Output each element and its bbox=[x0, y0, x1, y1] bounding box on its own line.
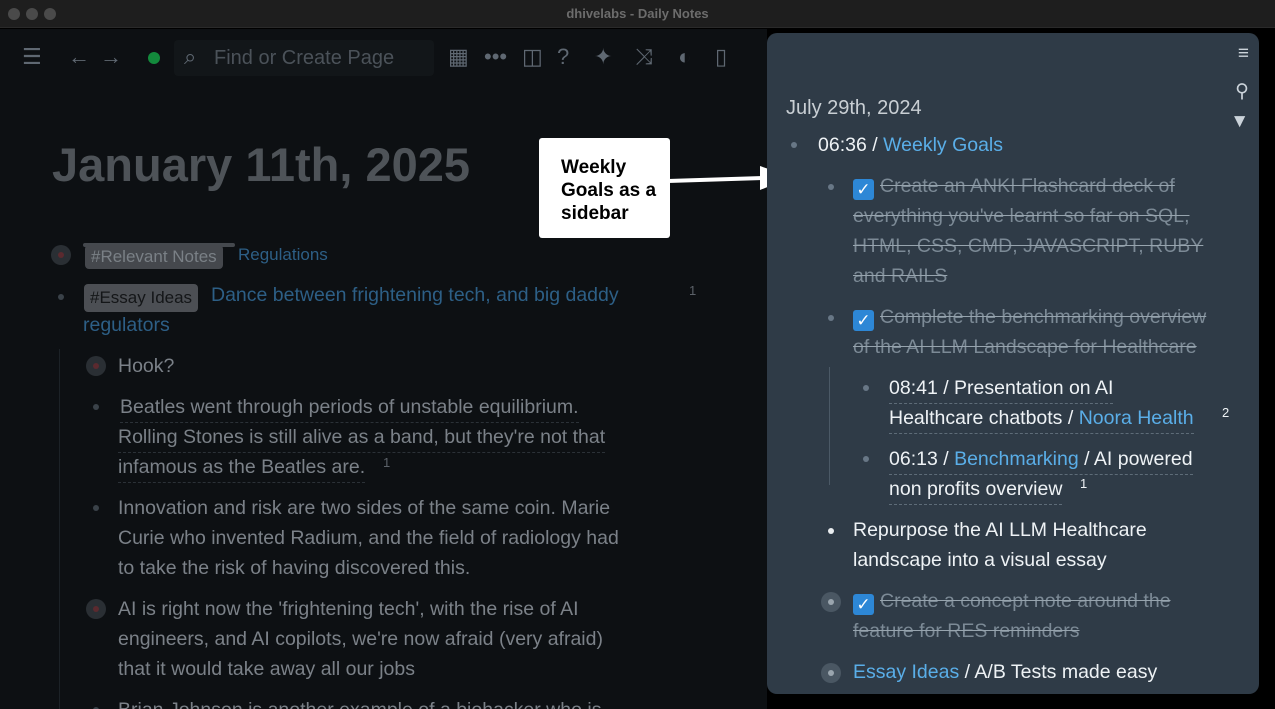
task3-line2[interactable]: landscape into a visual essay bbox=[853, 545, 1107, 575]
forward-arrow-icon[interactable]: → bbox=[100, 43, 122, 71]
link-noora-health[interactable]: Noora Health bbox=[1079, 407, 1194, 429]
para3-line1[interactable]: AI is right now the 'frightening tech', … bbox=[118, 594, 579, 624]
link-regulations[interactable]: Regulations bbox=[238, 240, 328, 270]
indent-guide bbox=[829, 367, 830, 485]
indent-guide bbox=[59, 349, 60, 709]
sidebar-icon[interactable]: ◫ bbox=[522, 43, 543, 71]
para2-line2[interactable]: Curie who invented Radium, and the field… bbox=[118, 523, 619, 553]
checkbox-checked[interactable]: ✓ bbox=[853, 594, 874, 615]
para3-line2[interactable]: engineers, and AI copilots, we're now af… bbox=[118, 624, 603, 654]
task4-line2[interactable]: feature for RES reminders bbox=[853, 616, 1080, 646]
task2-line2[interactable]: of the AI LLM Landscape for Healthcare bbox=[853, 332, 1197, 362]
checkbox-checked[interactable]: ✓ bbox=[853, 310, 874, 331]
block-bullet[interactable] bbox=[821, 592, 841, 612]
block-bullet[interactable] bbox=[791, 142, 797, 148]
pin-icon[interactable]: ⚲ bbox=[1235, 80, 1249, 103]
reference-count[interactable]: 1 bbox=[689, 283, 696, 298]
link-benchmarking[interactable]: Benchmarking bbox=[954, 448, 1079, 470]
sparkle-icon[interactable]: ✦ bbox=[594, 43, 612, 71]
window-titlebar: dhivelabs - Daily Notes bbox=[0, 0, 1275, 28]
block-bullet[interactable] bbox=[86, 599, 106, 619]
sub1-line1[interactable]: 08:41 / Presentation on AI bbox=[889, 373, 1114, 404]
para2-line3[interactable]: to take the risk of having discovered th… bbox=[118, 553, 470, 583]
block-bullet[interactable] bbox=[86, 356, 106, 376]
block-bullet[interactable] bbox=[821, 663, 841, 683]
help-icon[interactable]: ? bbox=[557, 43, 569, 71]
para1-line2[interactable]: Rolling Stones is still alive as a band,… bbox=[118, 422, 606, 453]
tag-essay-ideas[interactable]: #Essay Ideas bbox=[84, 284, 199, 312]
book-icon[interactable]: ▯ bbox=[715, 43, 727, 71]
link-essay-ideas[interactable]: Essay Ideas bbox=[853, 661, 959, 683]
task3-line1[interactable]: Repurpose the AI LLM Healthcare bbox=[853, 515, 1147, 545]
page-title[interactable]: January 11th, 2025 bbox=[52, 137, 470, 192]
link-dance-line2[interactable]: regulators bbox=[83, 310, 170, 340]
para3-line3[interactable]: that it would take away all our jobs bbox=[118, 654, 415, 684]
sub1-line2[interactable]: Healthcare chatbots / Noora Health bbox=[889, 403, 1194, 434]
tag-relevant-notes[interactable]: #Relevant Notes bbox=[85, 245, 223, 269]
block-bullet[interactable] bbox=[828, 184, 834, 190]
toggle-icon[interactable]: ◐ bbox=[678, 43, 691, 71]
task4-line1[interactable]: ✓ Create a concept note around the bbox=[853, 586, 1171, 616]
block-bullet[interactable] bbox=[828, 315, 834, 321]
collapse-sidebar-icon[interactable]: ≡ bbox=[1238, 43, 1249, 65]
task1-line3[interactable]: HTML, CSS, CMD, JAVASCRIPT, RUBY bbox=[853, 231, 1203, 261]
block-bullet[interactable] bbox=[93, 505, 99, 511]
reference-count[interactable]: 1 bbox=[1080, 476, 1087, 491]
callout-line3: sidebar bbox=[561, 203, 629, 224]
link-weekly-goals[interactable]: Weekly Goals bbox=[883, 134, 1003, 156]
root-separator: / bbox=[866, 134, 884, 156]
root-block[interactable]: 06:36 / Weekly Goals bbox=[818, 130, 1003, 160]
right-sidebar: ≡ ⚲ ▼ July 29th, 2024 06:36 / Weekly Goa… bbox=[767, 33, 1259, 694]
block-bullet[interactable] bbox=[863, 456, 869, 462]
sync-status-icon bbox=[148, 52, 160, 64]
checkbox-checked[interactable]: ✓ bbox=[853, 179, 874, 200]
para4-line1[interactable]: Brian Johnson is another example of a bi… bbox=[118, 695, 601, 709]
sub2-line1[interactable]: 06:13 / Benchmarking / AI powered bbox=[889, 444, 1193, 475]
sidebar-page-date[interactable]: July 29th, 2024 bbox=[786, 97, 922, 120]
back-arrow-icon[interactable]: ← bbox=[68, 43, 90, 71]
search-input[interactable] bbox=[214, 45, 424, 71]
main-pane: ☰ ← → ⌕ ▦ ••• ◫ ? ✦ ⤨ ◐ ▯ January 11th, … bbox=[0, 29, 767, 709]
menu-icon[interactable]: ☰ bbox=[22, 43, 42, 71]
search-icon: ⌕ bbox=[184, 44, 197, 69]
window-title: dhivelabs - Daily Notes bbox=[566, 6, 709, 21]
para1-line3[interactable]: infamous as the Beatles are. bbox=[118, 452, 366, 483]
root-time: 06:36 bbox=[818, 134, 867, 156]
block-bullet[interactable] bbox=[58, 294, 64, 300]
block-bullet[interactable] bbox=[863, 385, 869, 391]
callout-line2: Goals as a bbox=[561, 180, 657, 201]
sub2-line2[interactable]: non profits overview bbox=[889, 474, 1063, 505]
task1-line4[interactable]: and RAILS bbox=[853, 261, 947, 291]
more-icon[interactable]: ••• bbox=[484, 43, 507, 71]
shuffle-icon[interactable]: ⤨ bbox=[635, 43, 653, 71]
task1-line1[interactable]: ✓ Create an ANKI Flashcard deck of bbox=[853, 171, 1175, 201]
reference-count[interactable]: 2 bbox=[1222, 405, 1229, 420]
block-hook[interactable]: Hook? bbox=[118, 351, 174, 381]
task5-line1[interactable]: Essay Ideas / A/B Tests made easy bbox=[853, 657, 1157, 687]
filter-icon[interactable]: ▼ bbox=[1230, 111, 1249, 133]
block-bullet[interactable] bbox=[828, 528, 834, 534]
block-bullet[interactable] bbox=[93, 404, 99, 410]
callout-box: Weekly Goals as a sidebar bbox=[539, 138, 670, 238]
reference-count[interactable]: 1 bbox=[383, 455, 390, 470]
task1-line2[interactable]: everything you've learnt so far on SQL, bbox=[853, 201, 1190, 231]
task2-line1[interactable]: ✓ Complete the benchmarking overview bbox=[853, 302, 1206, 332]
para2-line1[interactable]: Innovation and risk are two sides of the… bbox=[118, 493, 610, 523]
block-bullet[interactable] bbox=[51, 245, 71, 265]
calendar-icon[interactable]: ▦ bbox=[448, 43, 469, 71]
callout-line1: Weekly bbox=[561, 157, 627, 178]
link-dance-line1[interactable]: Dance between frightening tech, and big … bbox=[211, 280, 619, 310]
para1-line1[interactable]: Beatles went through periods of unstable… bbox=[120, 392, 579, 423]
search-bar[interactable]: ⌕ bbox=[174, 40, 434, 76]
